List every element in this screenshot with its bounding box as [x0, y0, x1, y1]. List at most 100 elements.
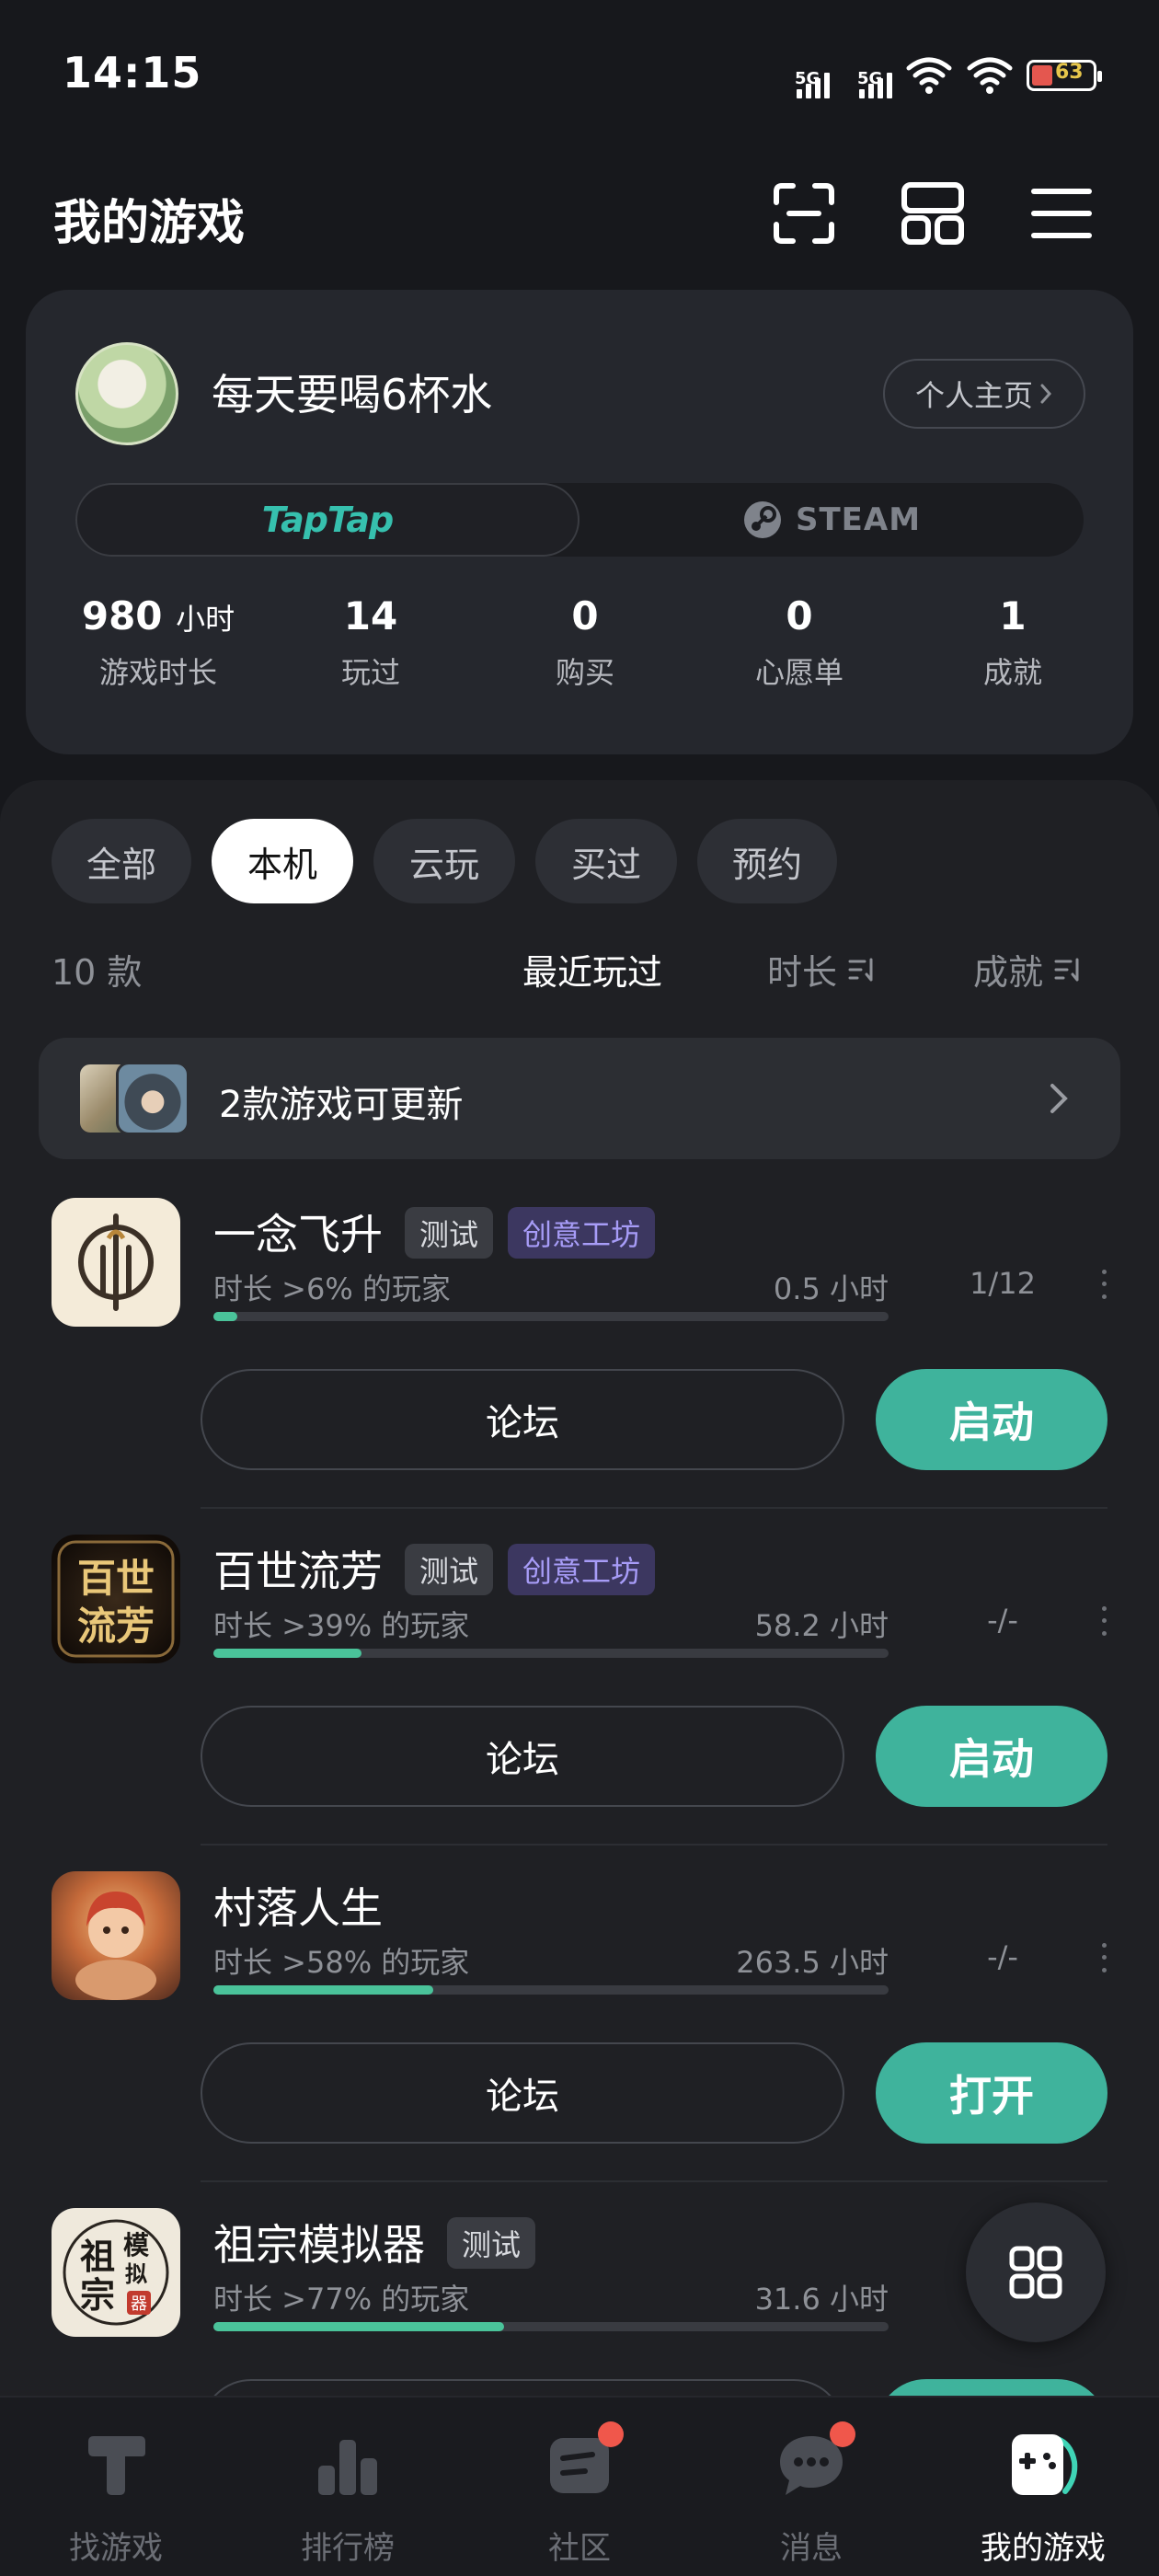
tab-steam[interactable]: STEAM	[580, 483, 1084, 557]
tag-workshop: 创意工坊	[508, 1207, 656, 1259]
forum-button[interactable]: 论坛	[201, 1369, 844, 1470]
launch-button[interactable]: 启动	[876, 1706, 1107, 1807]
game-icon[interactable]: 百世 流芳	[52, 1535, 180, 1663]
filter-chip-bought[interactable]: 买过	[535, 819, 677, 903]
stat-value: 980	[81, 593, 163, 638]
sort-recent[interactable]: 最近玩过	[522, 944, 662, 995]
game-title[interactable]: 百世流芳	[213, 1538, 383, 1599]
game-hours: 0.5 小时	[773, 1271, 889, 1306]
svg-text:宗: 宗	[80, 2274, 115, 2316]
avatar[interactable]	[75, 342, 178, 445]
game-percentile: 时长 >77% 的玩家	[213, 2282, 470, 2317]
grid-view-button[interactable]	[966, 2202, 1106, 2342]
stat-played[interactable]: 14 玩过	[283, 593, 458, 692]
divider	[201, 1507, 1107, 1509]
game-title[interactable]: 一念飞升	[213, 1202, 383, 1262]
divider	[201, 2180, 1107, 2182]
game-achievements: -/-	[987, 1603, 1018, 1638]
filter-chip-local[interactable]: 本机	[212, 819, 353, 903]
layout-icon[interactable]	[898, 178, 968, 248]
stats-row: 980 小时 游戏时长 14 玩过 0 购买 0 心愿单 1 成就	[75, 593, 1084, 713]
stat-playtime[interactable]: 980 小时 游戏时长	[71, 593, 246, 692]
nav-messages[interactable]: 消息	[695, 2416, 927, 2572]
tag-workshop: 创意工坊	[508, 1544, 656, 1595]
grid-icon	[1009, 2246, 1062, 2299]
launch-button[interactable]	[876, 2379, 1107, 2396]
game-achievements: -/-	[987, 1939, 1018, 1974]
stat-wishlist[interactable]: 0 心愿单	[712, 593, 887, 692]
more-icon[interactable]	[1095, 1603, 1113, 1639]
status-bar: 14:15 5G 5G 63	[0, 0, 1159, 147]
game-thumbnail	[116, 1062, 189, 1135]
bottom-nav: 找游戏 排行榜 社区 消息 我的游戏	[0, 2396, 1159, 2576]
signal-icon: 5G	[780, 52, 830, 98]
game-hours: 263.5 小时	[736, 1945, 889, 1980]
wifi-icon	[967, 57, 1013, 94]
stat-label: 购买	[555, 655, 614, 690]
nav-rankings[interactable]: 排行榜	[232, 2416, 464, 2572]
forum-button[interactable]: 论坛	[201, 1706, 844, 1807]
progress-fill	[213, 2322, 504, 2331]
menu-icon[interactable]	[1027, 178, 1096, 248]
steam-icon	[743, 501, 781, 538]
tab-taptap[interactable]: TapTap	[75, 483, 580, 557]
scan-icon[interactable]	[769, 178, 839, 248]
homepage-label: 个人主页	[914, 378, 1033, 413]
sort-icon	[848, 958, 873, 981]
forum-button[interactable]	[201, 2379, 844, 2396]
game-icon[interactable]: 祖 模 拟 宗 器	[52, 2208, 180, 2337]
sort-duration[interactable]: 时长	[767, 944, 876, 995]
sort-achievement[interactable]: 成就	[973, 944, 1082, 995]
open-button[interactable]: 打开	[876, 2042, 1107, 2144]
progress-fill	[213, 1312, 237, 1321]
stat-label: 心愿单	[754, 655, 843, 690]
game-count: 10 款	[52, 952, 143, 993]
nav-label: 我的游戏	[981, 2530, 1106, 2567]
game-icon[interactable]	[52, 1871, 180, 2000]
tag-test: 测试	[405, 1544, 494, 1595]
profile-card: 每天要喝6杯水 个人主页 TapTap STEAM 980 小时 游戏时长 14…	[26, 290, 1133, 754]
svg-text:模: 模	[123, 2230, 150, 2260]
progress-fill	[213, 1649, 362, 1658]
nav-label: 社区	[548, 2530, 611, 2567]
filter-chip-cloud[interactable]: 云玩	[373, 819, 515, 903]
sort-label: 时长	[767, 952, 838, 993]
rankings-icon	[318, 2440, 377, 2495]
game-title[interactable]: 村落人生	[213, 1875, 383, 1936]
game-percentile: 时长 >58% 的玩家	[213, 1945, 470, 1980]
nav-find-games[interactable]: 找游戏	[0, 2416, 232, 2572]
more-icon[interactable]	[1095, 1266, 1113, 1303]
game-achievements: 1/12	[970, 1266, 1036, 1301]
battery-level: 63	[1055, 61, 1084, 84]
update-text: 2款游戏可更新	[219, 1084, 464, 1126]
nav-community[interactable]: 社区	[464, 2416, 695, 2572]
notification-badge	[598, 2421, 624, 2447]
svg-text:祖: 祖	[80, 2236, 115, 2277]
launch-button[interactable]: 启动	[876, 1369, 1107, 1470]
battery-icon: 63	[1027, 60, 1102, 91]
homepage-button[interactable]: 个人主页	[883, 359, 1085, 429]
filter-chip-all[interactable]: 全部	[52, 819, 191, 903]
svg-text:器: 器	[131, 2294, 147, 2314]
stat-value: 0	[786, 593, 813, 638]
page-header: 我的游戏	[0, 166, 1159, 258]
more-icon[interactable]	[1095, 1939, 1113, 1976]
notification-badge	[830, 2421, 855, 2447]
forum-button[interactable]: 论坛	[201, 2042, 844, 2144]
nav-my-games[interactable]: 我的游戏	[927, 2416, 1159, 2572]
game-icon[interactable]	[52, 1198, 180, 1327]
sort-icon	[1054, 958, 1079, 981]
tag-test: 测试	[405, 1207, 494, 1259]
nav-label: 找游戏	[69, 2530, 163, 2567]
app-root: 14:15 5G 5G 63 我的游戏 每天要喝6杯水 个人主页 TapTap …	[0, 0, 1159, 2576]
stat-achievements[interactable]: 1 成就	[925, 593, 1100, 692]
username: 每天要喝6杯水	[212, 370, 493, 420]
nav-label: 排行榜	[301, 2530, 395, 2567]
svg-text:流芳: 流芳	[77, 1604, 155, 1649]
stat-value: 14	[343, 593, 398, 638]
update-banner[interactable]: 2款游戏可更新	[39, 1038, 1120, 1159]
game-row: 一念飞升 测试 创意工坊 时长 >6% 的玩家 0.5 小时 1/12 论坛 启…	[0, 1198, 1159, 1535]
filter-chip-reserved[interactable]: 预约	[697, 819, 837, 903]
game-title[interactable]: 祖宗模拟器	[213, 2212, 425, 2272]
stat-purchased[interactable]: 0 购买	[498, 593, 672, 692]
